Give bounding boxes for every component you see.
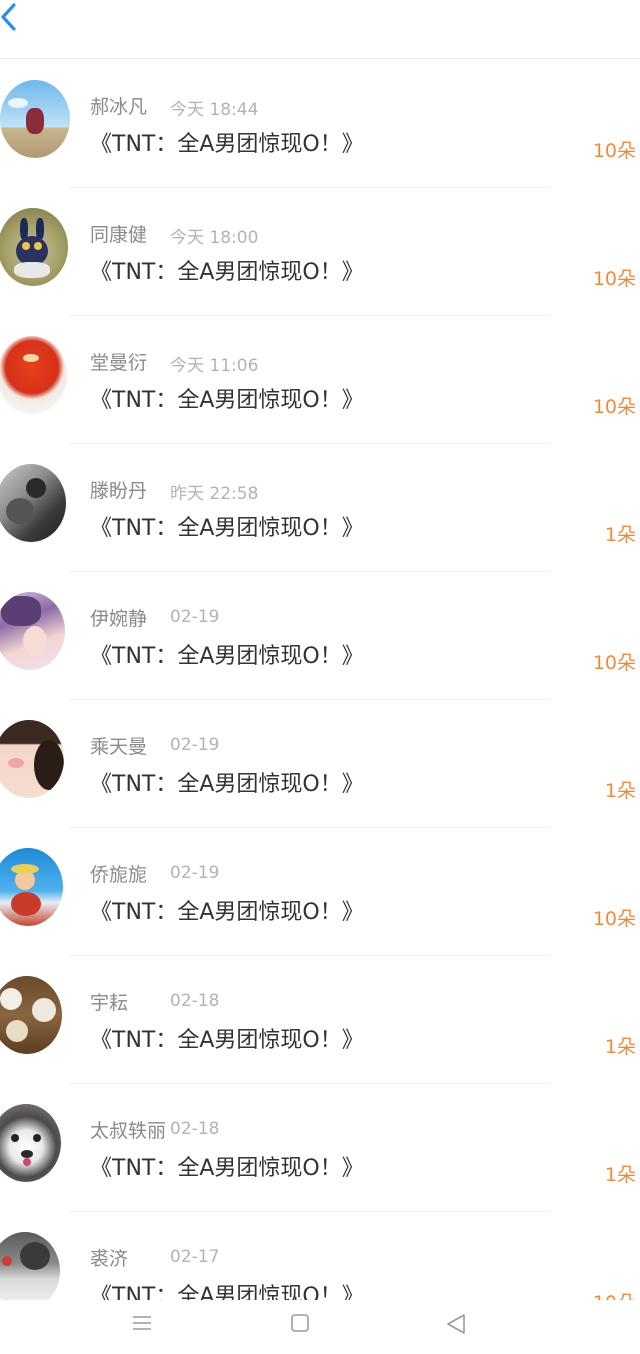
timestamp: 今天 11:06 xyxy=(170,356,259,376)
top-bar xyxy=(0,0,640,59)
avatar[interactable] xyxy=(0,592,65,670)
avatar[interactable] xyxy=(0,1104,61,1182)
gift-list: 郝冰凡 今天 18:44 《TNT：全A男团惊现O！》 10朵 同康健 今天 1… xyxy=(0,60,640,1300)
gift-amount: 10朵 xyxy=(592,396,636,418)
list-item[interactable]: 伊婉静 02-19 《TNT：全A男团惊现O！》 10朵 xyxy=(0,572,640,700)
gift-amount: 10朵 xyxy=(592,652,636,674)
sender-name: 滕盼丹 xyxy=(90,480,148,502)
back-button[interactable] xyxy=(0,0,40,40)
book-title: 《TNT：全A男团惊现O！》 xyxy=(90,644,364,669)
book-title: 《TNT：全A男团惊现O！》 xyxy=(90,900,364,925)
gift-amount: 10朵 xyxy=(592,140,636,162)
avatar[interactable] xyxy=(0,464,66,542)
sender-name: 同康健 xyxy=(90,224,148,246)
timestamp: 02-18 xyxy=(170,1119,220,1139)
sender-name: 宇耘 xyxy=(90,992,129,1014)
book-title: 《TNT：全A男团惊现O！》 xyxy=(90,388,364,413)
avatar[interactable] xyxy=(0,208,68,286)
back-nav-button[interactable] xyxy=(436,1312,476,1344)
timestamp: 今天 18:00 xyxy=(170,228,259,248)
list-item[interactable]: 裘济 02-17 《TNT：全A男团惊现O！》 10朵 xyxy=(0,1212,640,1300)
book-title: 《TNT：全A男团惊现O！》 xyxy=(90,132,364,157)
timestamp: 02-17 xyxy=(170,1247,220,1267)
timestamp: 02-19 xyxy=(170,863,220,883)
avatar[interactable] xyxy=(0,848,63,926)
gift-amount: 1朵 xyxy=(604,1164,636,1186)
system-nav-bar xyxy=(0,1300,640,1354)
gift-amount: 10朵 xyxy=(592,268,636,290)
list-item[interactable]: 乘天曼 02-19 《TNT：全A男团惊现O！》 1朵 xyxy=(0,700,640,828)
list-item[interactable]: 宇耘 02-18 《TNT：全A男团惊现O！》 1朵 xyxy=(0,956,640,1084)
list-item[interactable]: 太叔轶丽 02-18 《TNT：全A男团惊现O！》 1朵 xyxy=(0,1084,640,1212)
list-item[interactable]: 堂曼衍 今天 11:06 《TNT：全A男团惊现O！》 10朵 xyxy=(0,316,640,444)
menu-button[interactable] xyxy=(122,1312,162,1344)
avatar[interactable] xyxy=(0,976,62,1054)
timestamp: 02-19 xyxy=(170,607,220,627)
book-title: 《TNT：全A男团惊现O！》 xyxy=(90,260,364,285)
gift-amount: 10朵 xyxy=(592,908,636,930)
book-title: 《TNT：全A男团惊现O！》 xyxy=(90,772,364,797)
sender-name: 郝冰凡 xyxy=(90,96,148,118)
avatar[interactable] xyxy=(0,720,64,798)
sender-name: 伊婉静 xyxy=(90,608,148,630)
back-triangle-icon xyxy=(447,1314,465,1334)
gift-amount: 1朵 xyxy=(604,524,636,546)
timestamp: 02-18 xyxy=(170,991,220,1011)
sender-name: 侨旎旎 xyxy=(90,864,148,886)
home-square-icon xyxy=(291,1314,309,1332)
book-title: 《TNT：全A男团惊现O！》 xyxy=(90,1028,364,1053)
gift-amount: 1朵 xyxy=(604,1036,636,1058)
chevron-left-icon xyxy=(1,3,16,31)
home-button[interactable] xyxy=(280,1312,320,1344)
timestamp: 02-19 xyxy=(170,735,220,755)
book-title: 《TNT：全A男团惊现O！》 xyxy=(90,1284,364,1300)
menu-icon xyxy=(133,1316,151,1330)
list-item[interactable]: 侨旎旎 02-19 《TNT：全A男团惊现O！》 10朵 xyxy=(0,828,640,956)
sender-name: 乘天曼 xyxy=(90,736,148,758)
book-title: 《TNT：全A男团惊现O！》 xyxy=(90,1156,364,1181)
sender-name: 堂曼衍 xyxy=(90,352,148,374)
timestamp: 今天 18:44 xyxy=(170,100,259,120)
avatar[interactable] xyxy=(0,1232,60,1300)
gift-amount: 1朵 xyxy=(604,780,636,802)
timestamp: 昨天 22:58 xyxy=(170,484,259,504)
avatar[interactable] xyxy=(0,336,67,414)
sender-name: 裘济 xyxy=(90,1248,129,1270)
list-item[interactable]: 滕盼丹 昨天 22:58 《TNT：全A男团惊现O！》 1朵 xyxy=(0,444,640,572)
book-title: 《TNT：全A男团惊现O！》 xyxy=(90,516,364,541)
list-item[interactable]: 郝冰凡 今天 18:44 《TNT：全A男团惊现O！》 10朵 xyxy=(0,60,640,188)
avatar[interactable] xyxy=(0,80,70,158)
sender-name: 太叔轶丽 xyxy=(90,1120,167,1142)
gift-amount: 10朵 xyxy=(593,1288,636,1300)
list-item[interactable]: 同康健 今天 18:00 《TNT：全A男团惊现O！》 10朵 xyxy=(0,188,640,316)
